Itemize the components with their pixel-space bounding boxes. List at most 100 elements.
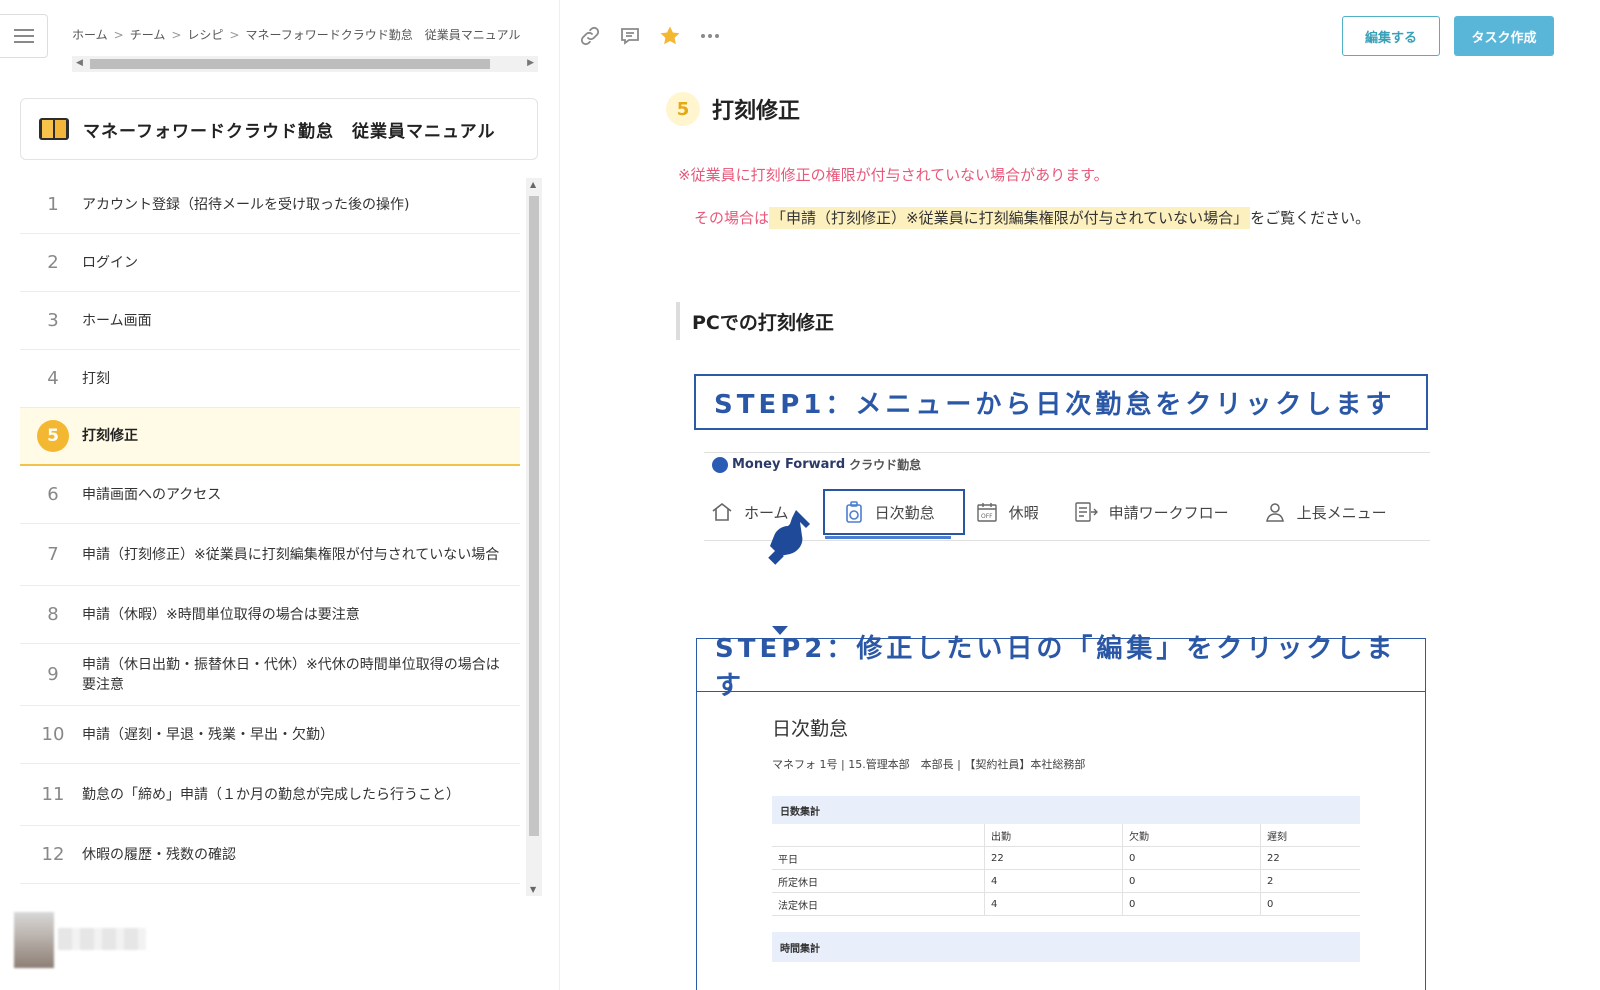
table-header-row: 出勤 欠勤 遅刻 — [772, 824, 1360, 847]
scroll-right-arrow-icon[interactable]: ▶ — [527, 58, 534, 68]
table-header-cell: 出勤 — [984, 824, 1122, 846]
clipboard-clock-icon — [845, 501, 862, 523]
section-heading: 5 打刻修正 — [666, 92, 800, 126]
breadcrumb-item-manual[interactable]: マネーフォワードクラウド勤怠 従業員マニュアル — [245, 26, 520, 43]
toc-item-number: 9 — [34, 664, 72, 685]
toc-item[interactable]: 11 勤怠の「締め」申請（１か月の勤怠が完成したら行うこと） — [20, 764, 520, 826]
table-cell: 平日 — [778, 854, 798, 866]
money-forward-logo-icon — [712, 456, 728, 473]
toc-item-number: 2 — [34, 252, 72, 273]
employee-meta: マネフォ 1号 | 15.管理本部 本部長 | 【契約社員】本社総務部 — [772, 758, 1086, 771]
table-row: 所定休日 4 0 2 — [772, 870, 1360, 893]
sidebar: ホーム > チーム > レシピ > マネーフォワードクラウド勤怠 従業員マニュアル ◀ ▶ … — [0, 0, 560, 990]
toc-item-label: 申請（打刻修正）※従業員に打刻編集権限が付与されていない場合 — [82, 546, 500, 563]
service-name: クラウド勤怠 — [849, 458, 922, 472]
mf-nav-daily-attendance: 日次勤怠 — [822, 489, 965, 539]
svg-text:OFF: OFF — [981, 513, 993, 520]
breadcrumb-separator: > — [229, 28, 240, 42]
toc-item-number: 5 — [34, 420, 72, 452]
breadcrumb-horizontal-scrollbar[interactable]: ◀ ▶ — [72, 56, 538, 72]
table-cell: 22 — [984, 847, 1122, 869]
user-name-blurred — [58, 928, 146, 950]
mf-nav-workflow: 申請ワークフロー — [1073, 500, 1229, 524]
toc-item-label: ログイン — [82, 254, 138, 271]
create-task-button[interactable]: タスク作成 — [1454, 16, 1554, 56]
app-root: ホーム > チーム > レシピ > マネーフォワードクラウド勤怠 従業員マニュアル ◀ ▶ … — [0, 0, 1600, 990]
table-cell: 2 — [1260, 870, 1360, 892]
step1-banner: STEP1：メニューから日次勤怠をクリックします — [694, 374, 1428, 430]
breadcrumb-item-home[interactable]: ホーム — [72, 26, 108, 43]
toc-item[interactable]: 5 打刻修正 — [20, 408, 520, 466]
section-title: 打刻修正 — [712, 99, 801, 124]
toc-item-label: 申請（遅刻・早退・残業・早出・欠勤） — [82, 726, 334, 743]
section-number-badge: 5 — [666, 92, 700, 126]
comment-icon[interactable] — [616, 22, 644, 50]
scrollbar-thumb[interactable] — [90, 59, 490, 69]
edit-button[interactable]: 編集する — [1342, 16, 1440, 56]
breadcrumb-item-recipe[interactable]: レシピ — [187, 26, 223, 43]
table-cell: 0 — [1260, 893, 1360, 915]
table-cell: 法定休日 — [778, 900, 818, 912]
reference-link[interactable]: 「申請（打刻修正）※従業員に打刻編集権限が付与されていない場合」 — [769, 207, 1251, 229]
toc-item[interactable]: 6 申請画面へのアクセス — [20, 466, 520, 524]
subheading-pc: PCでの打刻修正 — [676, 302, 834, 340]
toc-number-text: 7 — [47, 544, 59, 565]
toc-item-number: 12 — [34, 844, 72, 865]
warning-note: ※従業員に打刻修正の権限が付与されていない場合があります。 — [678, 166, 1109, 184]
table-row: 法定休日 4 0 0 — [772, 893, 1360, 916]
paragraph-suffix: をご覧ください。 — [1250, 209, 1371, 227]
breadcrumb-separator: > — [113, 28, 124, 42]
hamburger-menu-button[interactable] — [0, 14, 48, 58]
toc-number-text: 11 — [41, 784, 65, 805]
scroll-left-arrow-icon[interactable]: ◀ — [76, 58, 83, 68]
avatar[interactable] — [14, 912, 54, 968]
toc-item-label: 休暇の履歴・残数の確認 — [82, 846, 236, 863]
mf-nav-label: 日次勤怠 — [874, 503, 935, 522]
workflow-icon — [1074, 502, 1098, 522]
toc-item[interactable]: 9 申請（休日出勤・振替休日・代休）※代休の時間単位取得の場合は要注意 — [20, 644, 520, 706]
divider — [704, 452, 1430, 453]
home-icon — [712, 502, 732, 521]
more-icon[interactable] — [696, 22, 724, 50]
toc-item-number: 10 — [34, 724, 72, 745]
toc-item[interactable]: 12 休暇の履歴・残数の確認 — [20, 826, 520, 884]
toc-item-number: 6 — [34, 484, 72, 505]
star-icon[interactable] — [656, 22, 684, 50]
step2-banner: STEP2：修正したい日の「編集」をクリックします — [696, 634, 1426, 701]
toc-number-text: 4 — [47, 368, 59, 389]
table-cell: 所定休日 — [778, 877, 818, 889]
breadcrumb-item-team[interactable]: チーム — [130, 26, 166, 43]
hamburger-icon — [13, 29, 34, 43]
toc-item-label: ホーム画面 — [82, 312, 152, 329]
table-band-days: 日数集計 — [772, 796, 1360, 824]
toc-item[interactable]: 2 ログイン — [20, 234, 520, 292]
toc-item-number: 7 — [34, 544, 72, 565]
daily-attendance-title: 日次勤怠 — [772, 718, 849, 740]
manual-title: マネーフォワードクラウド勤怠 従業員マニュアル — [83, 121, 496, 142]
toc-item-label: 申請（休日出勤・振替休日・代休）※代休の時間単位取得の場合は要注意 — [82, 656, 500, 693]
toc-item-label: アカウント登録（招待メールを受け取った後の操作) — [82, 196, 410, 213]
link-icon[interactable] — [576, 22, 604, 50]
toc-number-text: 1 — [47, 194, 59, 215]
scroll-up-arrow-icon[interactable]: ▲ — [530, 180, 536, 189]
toc-number-text: 5 — [37, 420, 69, 452]
toc-item[interactable]: 4 打刻 — [20, 350, 520, 408]
table-cell: 0 — [1122, 893, 1260, 915]
toc-item-label: 打刻修正 — [82, 428, 138, 444]
manual-title-card[interactable]: マネーフォワードクラウド勤怠 従業員マニュアル — [20, 98, 538, 160]
toc-item[interactable]: 10 申請（遅刻・早退・残業・早出・欠勤） — [20, 706, 520, 764]
toc-item[interactable]: 1 アカウント登録（招待メールを受け取った後の操作) — [20, 176, 520, 234]
calendar-off-icon: OFF — [976, 503, 997, 522]
table-header-cell: 遅刻 — [1260, 824, 1360, 846]
scrollbar-thumb[interactable] — [529, 196, 539, 836]
toc-vertical-scrollbar[interactable]: ▲ ▼ — [526, 178, 542, 896]
toc-item[interactable]: 8 申請（休暇）※時間単位取得の場合は要注意 — [20, 586, 520, 644]
day-summary-table: 日数集計 出勤 欠勤 遅刻 平日 22 0 22 所定休日 4 0 2 法定休日… — [772, 796, 1360, 916]
toc-item[interactable]: 7 申請（打刻修正）※従業員に打刻編集権限が付与されていない場合 — [20, 524, 520, 586]
toc-item-label: 申請（休暇）※時間単位取得の場合は要注意 — [82, 606, 360, 623]
reference-paragraph: その場合は 「申請（打刻修正）※従業員に打刻編集権限が付与されていない場合」 をご覧… — [678, 202, 1448, 234]
toc-number-text: 10 — [41, 724, 65, 745]
toc-item[interactable]: 3 ホーム画面 — [20, 292, 520, 350]
scroll-down-arrow-icon[interactable]: ▼ — [530, 885, 536, 894]
book-icon — [39, 118, 69, 140]
